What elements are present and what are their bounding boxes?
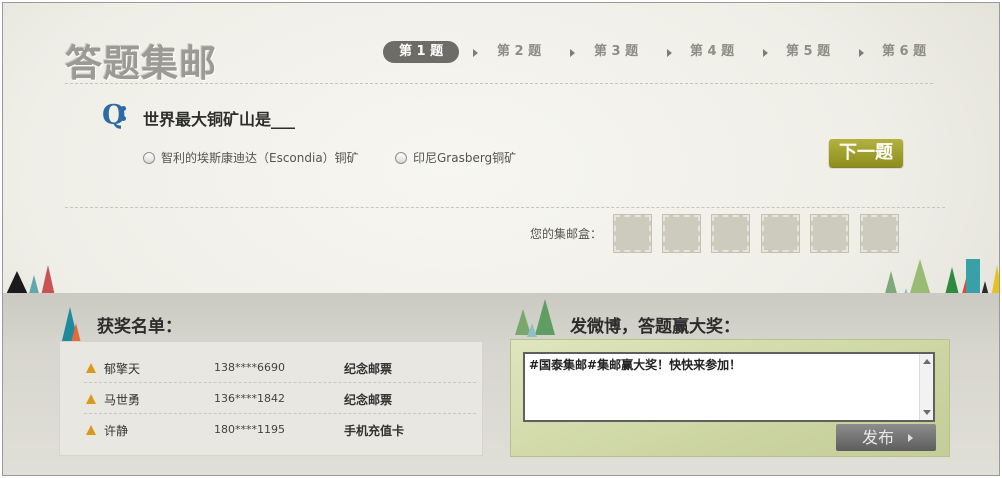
list-item: 郁擎天 138****6690 纪念邮票 xyxy=(84,352,476,383)
tab-step-6[interactable]: 第 6 题 xyxy=(882,41,926,63)
chevron-right-icon xyxy=(859,49,864,57)
logo: 答题集邮 xyxy=(65,42,217,85)
chevron-right-icon xyxy=(473,49,478,57)
question-icon-colon xyxy=(121,106,127,122)
divider xyxy=(65,83,933,84)
weibo-panel: #国泰集邮#集邮赢大奖！快快来参加！ 发布 xyxy=(510,339,950,457)
winner-prize: 纪念邮票 xyxy=(344,362,393,376)
answer-label: 印尼Grasberg铜矿 xyxy=(413,151,517,165)
stamp-slot xyxy=(810,214,849,253)
scroll-up-icon[interactable] xyxy=(923,359,931,364)
weibo-text-value: #国泰集邮#集邮赢大奖！快快来参加！ xyxy=(529,358,742,372)
tree-decoration-icon xyxy=(527,323,537,337)
warning-triangle-icon xyxy=(86,363,96,373)
weibo-title: 发微博，答题赢大奖： xyxy=(570,317,740,337)
winner-prize: 纪念邮票 xyxy=(344,393,393,407)
winners-title: 获奖名单： xyxy=(97,317,182,337)
answer-option-1[interactable]: 智利的埃斯康迪达（Escondia）铜矿 xyxy=(143,149,359,166)
divider xyxy=(65,207,945,208)
list-item: 马世勇 136****1842 纪念邮票 xyxy=(84,383,476,414)
chevron-right-icon xyxy=(908,434,913,442)
tab-step-1[interactable]: 第 1 题 xyxy=(383,41,460,63)
radio-button[interactable] xyxy=(395,151,407,164)
weibo-textarea[interactable]: #国泰集邮#集邮赢大奖！快快来参加！ xyxy=(523,352,935,422)
stamp-slot xyxy=(761,214,800,253)
quiz-panel: 答题集邮 第 1 题 第 2 题 第 3 题 第 4 题 第 5 题 第 6 题… xyxy=(2,2,1000,476)
chevron-right-icon xyxy=(667,49,672,57)
winner-name: 郁擎天 xyxy=(104,362,141,376)
winner-phone: 180****1195 xyxy=(214,423,285,436)
winner-name: 马世勇 xyxy=(104,393,141,407)
winner-name: 许静 xyxy=(104,424,129,438)
answer-option-2[interactable]: 印尼Grasberg铜矿 xyxy=(395,149,516,166)
tab-step-2[interactable]: 第 2 题 xyxy=(497,41,541,63)
publish-button[interactable]: 发布 xyxy=(836,424,936,451)
winner-prize: 手机充值卡 xyxy=(344,424,405,438)
winner-phone: 138****6690 xyxy=(214,361,285,374)
answer-label: 智利的埃斯康迪达（Escondia）铜矿 xyxy=(161,151,359,165)
warning-triangle-icon xyxy=(86,425,96,435)
tab-step-5[interactable]: 第 5 题 xyxy=(786,41,830,63)
tab-step-4[interactable]: 第 4 题 xyxy=(690,41,734,63)
winners-list: 郁擎天 138****6690 纪念邮票 马世勇 136****1842 纪念邮… xyxy=(59,341,483,456)
stamp-slot xyxy=(860,214,899,253)
scrollbar[interactable] xyxy=(919,354,933,420)
radio-button[interactable] xyxy=(143,151,155,164)
winner-phone: 136****1842 xyxy=(214,392,285,405)
next-question-button[interactable]: 下一题 xyxy=(829,139,903,167)
chevron-right-icon xyxy=(763,49,768,57)
stamp-slot xyxy=(613,214,652,253)
stamp-box-label: 您的集邮盒： xyxy=(530,227,603,241)
tree-decoration-icon xyxy=(71,323,81,343)
publish-label: 发布 xyxy=(862,428,895,447)
stamp-slot xyxy=(662,214,701,253)
question-text: 世界最大铜矿山是___ xyxy=(143,110,296,129)
tree-decoration-icon xyxy=(535,299,555,335)
tab-step-3[interactable]: 第 3 题 xyxy=(594,41,638,63)
stamp-slot xyxy=(711,214,750,253)
scroll-down-icon[interactable] xyxy=(923,410,931,415)
list-item: 许静 180****1195 手机充值卡 xyxy=(84,414,476,445)
warning-triangle-icon xyxy=(86,394,96,404)
chevron-right-icon xyxy=(570,49,575,57)
